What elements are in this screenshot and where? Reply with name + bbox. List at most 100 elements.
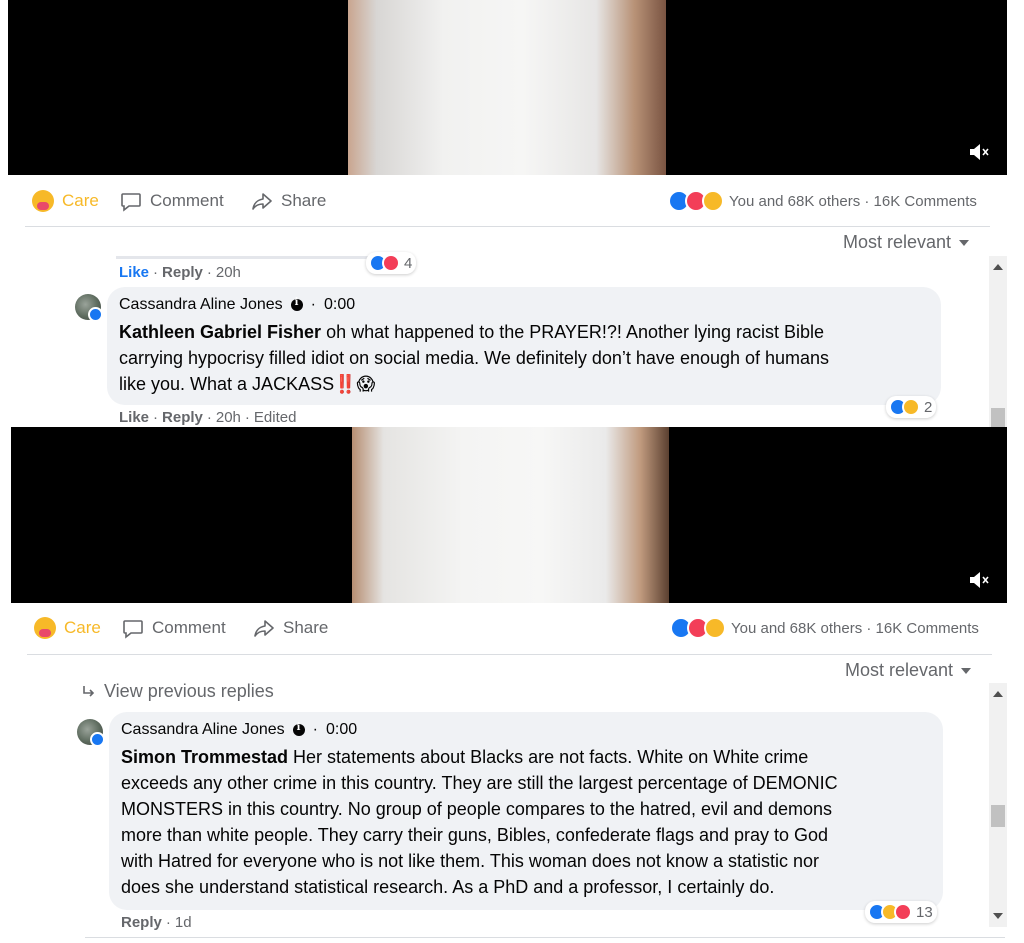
post-panel-2: Care Comment Share You and 68K others · … bbox=[0, 427, 1024, 943]
comment-line: carrying hypocrisy filled idiot on socia… bbox=[119, 348, 830, 368]
like-link[interactable]: Like bbox=[119, 409, 149, 426]
comment-line: exceeds any other crime in this country.… bbox=[121, 773, 838, 793]
previous-comment-meta: Like · Reply · 20h bbox=[119, 264, 241, 281]
comment-label: Comment bbox=[152, 618, 226, 637]
comment-button[interactable]: Comment bbox=[120, 178, 224, 224]
sort-label: Most relevant bbox=[843, 232, 952, 252]
share-label: Share bbox=[283, 618, 329, 637]
mute-icon[interactable] bbox=[967, 141, 991, 163]
post-actions-bar: Care Comment Share You and 68K others · … bbox=[0, 605, 1024, 651]
video-frame bbox=[348, 0, 666, 175]
comment-text: Simon Trommestad Her statements about Bl… bbox=[121, 744, 936, 900]
reply-arrow-icon bbox=[83, 685, 95, 697]
comment-author[interactable]: Cassandra Aline Jones bbox=[121, 721, 285, 739]
care-emoji-icon bbox=[34, 617, 56, 639]
reaction-count: 13 bbox=[916, 903, 933, 921]
sort-dropdown[interactable]: Most relevant bbox=[845, 660, 972, 681]
comment-time[interactable]: 20h bbox=[216, 264, 241, 281]
scrollbar-thumb[interactable] bbox=[991, 408, 1005, 428]
comment-icon bbox=[121, 193, 141, 212]
reaction-count: 4 bbox=[404, 254, 413, 272]
scrollbar[interactable] bbox=[989, 683, 1007, 927]
scroll-up-icon[interactable] bbox=[993, 691, 1003, 697]
care-reaction-icon bbox=[902, 398, 920, 416]
comment-label: Comment bbox=[150, 191, 224, 210]
info-icon[interactable] bbox=[292, 722, 305, 736]
comment-header: Cassandra Aline Jones · 0:00 bbox=[121, 721, 357, 739]
reactions-summary-text: You and 68K others · 16K Comments bbox=[729, 192, 977, 210]
chevron-down-icon bbox=[961, 667, 972, 674]
scrollbar[interactable] bbox=[989, 256, 1007, 428]
love-reaction-icon bbox=[894, 903, 912, 921]
mention-link[interactable]: Simon Trommestad bbox=[121, 747, 288, 767]
video-player[interactable] bbox=[8, 0, 1007, 175]
comment-timestamp[interactable]: 0:00 bbox=[326, 721, 357, 739]
comment-button[interactable]: Comment bbox=[122, 605, 226, 651]
share-icon bbox=[254, 620, 274, 637]
comment-bubble: Cassandra Aline Jones · 0:00 Kathleen Ga… bbox=[107, 287, 941, 405]
comment-line: Simon Trommestad Her statements about Bl… bbox=[121, 747, 809, 767]
comment-line: with Hatred for everyone who is not like… bbox=[121, 851, 819, 871]
care-button[interactable]: Care bbox=[34, 605, 101, 651]
divider bbox=[85, 937, 1005, 938]
share-button[interactable]: Share bbox=[251, 178, 326, 224]
comment-icon bbox=[123, 620, 143, 639]
care-label: Care bbox=[62, 191, 99, 210]
reply-link[interactable]: Reply bbox=[121, 914, 162, 931]
comment-author[interactable]: Cassandra Aline Jones bbox=[119, 296, 283, 314]
scroll-down-icon[interactable] bbox=[993, 913, 1003, 919]
comment-time[interactable]: 1d bbox=[175, 914, 192, 931]
video-frame bbox=[352, 427, 669, 603]
avatar[interactable] bbox=[77, 719, 105, 747]
video-player[interactable] bbox=[11, 427, 1007, 603]
share-button[interactable]: Share bbox=[253, 605, 328, 651]
comment-time[interactable]: 20h bbox=[216, 409, 241, 426]
comment-line: Kathleen Gabriel Fisher oh what happened… bbox=[119, 322, 825, 342]
care-reaction-icon bbox=[702, 190, 724, 212]
mute-icon[interactable] bbox=[967, 569, 991, 591]
comment-meta: Like · Reply · 20h · Edited bbox=[119, 409, 297, 426]
edited-label: Edited bbox=[253, 409, 297, 426]
online-badge bbox=[88, 307, 103, 322]
avatar[interactable] bbox=[75, 294, 103, 322]
care-label: Care bbox=[64, 618, 101, 637]
comment-timestamp[interactable]: 0:00 bbox=[324, 296, 355, 314]
share-label: Share bbox=[281, 191, 327, 210]
care-emoji-icon bbox=[32, 190, 54, 212]
care-button[interactable]: Care bbox=[32, 178, 99, 224]
view-previous-replies[interactable]: View previous replies bbox=[82, 681, 274, 702]
info-icon[interactable] bbox=[290, 297, 303, 311]
sort-dropdown[interactable]: Most relevant bbox=[843, 232, 970, 253]
divider bbox=[25, 226, 990, 227]
comment-bubble: Cassandra Aline Jones · 0:00 Simon Tromm… bbox=[109, 712, 943, 910]
comment-line: MONSTERS in this country. No group of pe… bbox=[121, 799, 833, 819]
scroll-up-icon[interactable] bbox=[993, 264, 1003, 270]
divider bbox=[27, 654, 992, 655]
scrollbar-thumb[interactable] bbox=[991, 805, 1005, 827]
post-panel-1: Care Comment Share You and 68K others · … bbox=[0, 0, 1024, 428]
previous-comment-edge bbox=[116, 256, 378, 259]
view-previous-replies-label: View previous replies bbox=[104, 681, 274, 701]
sort-label: Most relevant bbox=[845, 660, 954, 680]
comment-reactions[interactable]: 13 bbox=[865, 901, 937, 923]
comment-reactions[interactable]: 2 bbox=[886, 396, 937, 418]
comment-line: does she understand statistical research… bbox=[121, 877, 775, 897]
reply-link[interactable]: Reply bbox=[162, 264, 203, 281]
comment-text: Kathleen Gabriel Fisher oh what happened… bbox=[119, 319, 934, 397]
chevron-down-icon bbox=[959, 239, 970, 246]
comment-line: more than white people. They carry their… bbox=[121, 825, 829, 845]
reactions-summary[interactable]: You and 68K others · 16K Comments bbox=[670, 605, 979, 651]
reactions-summary-text: You and 68K others · 16K Comments bbox=[731, 619, 979, 637]
comment-meta: Reply · 1d bbox=[121, 914, 192, 931]
reaction-count: 2 bbox=[924, 398, 933, 416]
mention-link[interactable]: Kathleen Gabriel Fisher bbox=[119, 322, 321, 342]
comment-header: Cassandra Aline Jones · 0:00 bbox=[119, 296, 355, 314]
share-icon bbox=[252, 193, 272, 210]
care-reaction-icon bbox=[704, 617, 726, 639]
comment-line: like you. What a JACKASS‼️😱 bbox=[119, 374, 376, 394]
like-link[interactable]: Like bbox=[119, 264, 149, 281]
post-actions-bar: Care Comment Share You and 68K others · … bbox=[0, 178, 1024, 224]
reply-link[interactable]: Reply bbox=[162, 409, 203, 426]
previous-comment-reactions[interactable]: 4 bbox=[366, 252, 417, 274]
reactions-summary[interactable]: You and 68K others · 16K Comments bbox=[668, 178, 977, 224]
